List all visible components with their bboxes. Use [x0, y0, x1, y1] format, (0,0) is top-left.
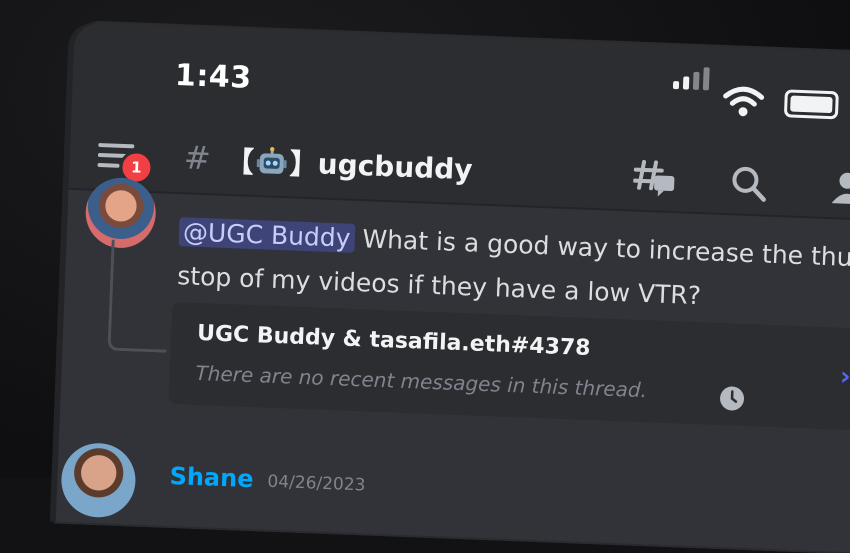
- channel-hash-icon: #: [183, 138, 212, 178]
- user-mention[interactable]: @UGC Buddy: [178, 217, 356, 253]
- channel-bracket-open: 【: [225, 144, 255, 179]
- search-icon[interactable]: [729, 163, 771, 205]
- wifi-icon: [723, 86, 765, 117]
- screen-background: 1:43 1 # 【 】 ugcbuddy @UGC Buddy What is…: [0, 0, 850, 553]
- status-time: 1:43: [174, 57, 253, 96]
- thread-title: UGC Buddy & tasafila.eth#4378: [196, 320, 591, 362]
- robot-icon: [256, 146, 287, 174]
- channel-bracket-close: 】: [289, 147, 319, 182]
- thread-subtitle: There are no recent messages in this thr…: [195, 360, 648, 403]
- message-list: @UGC Buddy What is a good way to increas…: [55, 176, 850, 553]
- battery-icon: [783, 89, 839, 120]
- battery-level: [790, 95, 833, 114]
- message-timestamp: 04/26/2023: [267, 471, 366, 496]
- threads-icon[interactable]: [632, 158, 679, 200]
- channel-title[interactable]: 【 】 ugcbuddy: [225, 140, 473, 189]
- phone-screen: 1:43 1 # 【 】 ugcbuddy @UGC Buddy What is…: [55, 22, 850, 553]
- thread-connector-line: [107, 239, 171, 353]
- avatar[interactable]: [60, 441, 137, 519]
- thread-preview-card[interactable]: UGC Buddy & tasafila.eth#4378 There are …: [168, 301, 850, 432]
- chevron-right-icon[interactable]: ›: [839, 362, 850, 392]
- clock-icon: [720, 386, 745, 411]
- channel-name: ugcbuddy: [317, 146, 474, 186]
- members-icon[interactable]: [826, 167, 850, 209]
